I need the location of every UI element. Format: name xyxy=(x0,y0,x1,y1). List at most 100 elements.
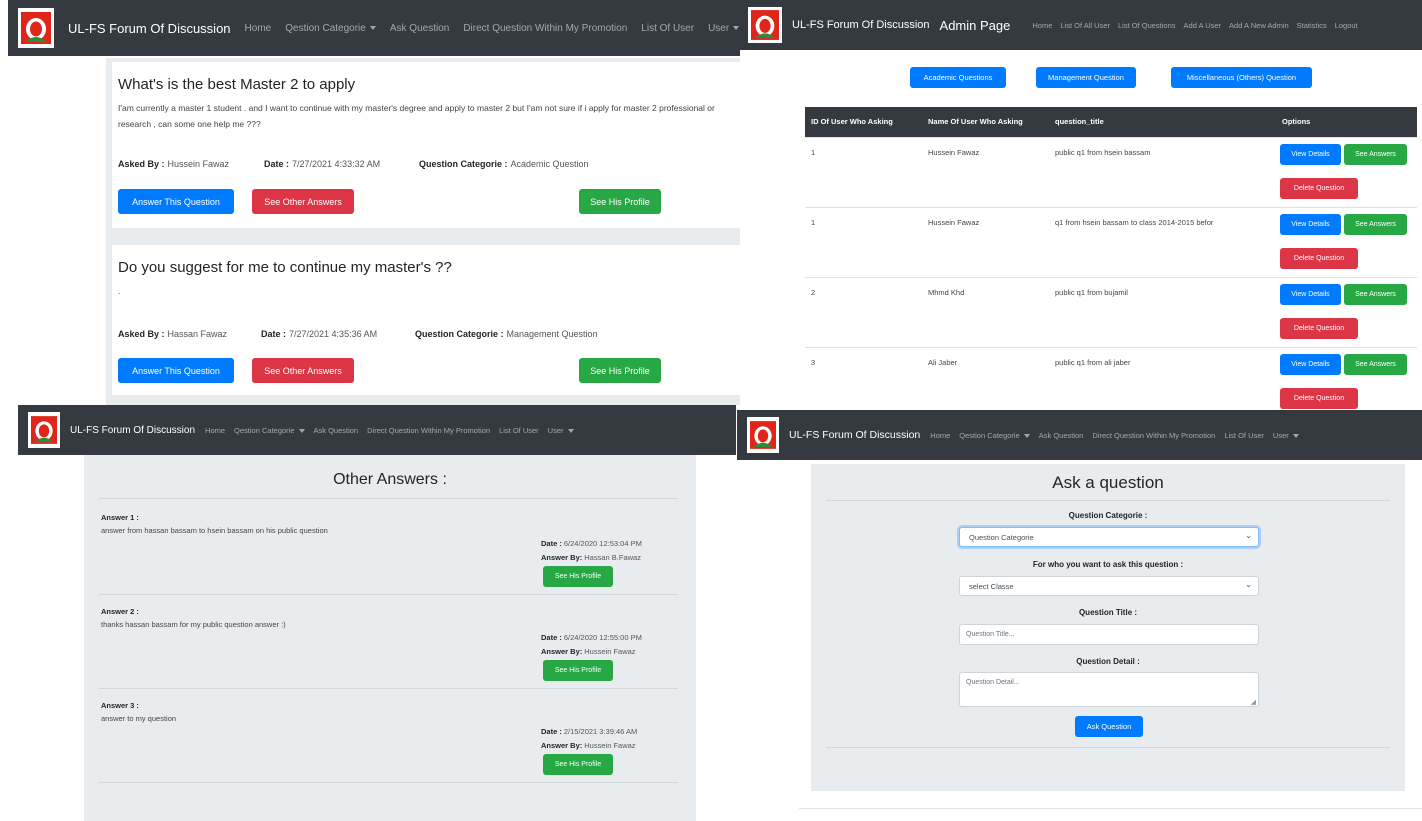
resize-handle-icon[interactable]: ◢ xyxy=(1251,698,1256,706)
nav-links: Home Qestion Categorie Ask Question Direct … xyxy=(205,426,574,435)
nav-label: User xyxy=(708,22,730,34)
admin-nav-home[interactable]: Home xyxy=(1032,21,1052,30)
nav-label: Ask Question xyxy=(389,22,450,34)
view-details-button[interactable]: View Details xyxy=(1280,354,1341,375)
nav-qestion-categorie[interactable]: Qestion Categorie xyxy=(959,431,1030,440)
question-title[interactable]: What's is the best Master 2 to apply xyxy=(118,76,355,93)
nav-direct-question-within-my-promotion[interactable]: Direct Question Within My Promotion xyxy=(463,23,627,34)
caret-down-icon xyxy=(733,25,740,30)
caret-down-icon xyxy=(1292,433,1299,438)
asked-by-value: Hassan Fawaz xyxy=(167,329,228,339)
see-answers-button[interactable]: See Answers xyxy=(1344,214,1407,235)
nav-home[interactable]: Home xyxy=(205,426,225,435)
brand-name[interactable]: UL-FS Forum Of Discussion xyxy=(70,425,195,436)
admin-nav-add-a-new-admin[interactable]: Add A New Admin xyxy=(1229,21,1289,30)
admin-nav-add-a-user[interactable]: Add A User xyxy=(1184,21,1222,30)
nav-qestion-categorie[interactable]: Qestion Categorie xyxy=(234,426,305,435)
nav-qestion-categorie[interactable]: Qestion Categorie xyxy=(285,23,376,34)
see-other-answers-button[interactable]: See Other Answers xyxy=(252,358,354,383)
cell-user-name: Mhmd Khd xyxy=(928,288,965,297)
answer-by-label: Answer By: xyxy=(541,647,583,656)
answer-item: Answer 1 : answer from hassan bassam to h… xyxy=(84,507,696,601)
cell-question-title: q1 from hsein bassam to class 2014-2015 … xyxy=(1055,218,1214,227)
cell-question-title: public q1 from bujamil xyxy=(1055,288,1128,297)
nav-label: List Of User xyxy=(641,22,695,34)
nav-ask-question[interactable]: Ask Question xyxy=(390,23,449,34)
admin-nav-logout[interactable]: Logout xyxy=(1335,21,1358,30)
ul-logo[interactable] xyxy=(18,8,54,48)
filter-miscellaneous-others-question-button[interactable]: Miscellaneous (Others) Question xyxy=(1171,67,1312,88)
logo-icon xyxy=(31,416,57,444)
delete-question-button[interactable]: Delete Question xyxy=(1280,178,1358,199)
see-profile-button[interactable]: See His Profile xyxy=(543,566,613,587)
see-profile-button[interactable]: See His Profile xyxy=(579,358,661,383)
view-details-button[interactable]: View Details xyxy=(1280,214,1341,235)
nav-list-of-user[interactable]: List Of User xyxy=(641,23,694,34)
class-select[interactable]: select Classe ⌄ xyxy=(959,576,1259,596)
admin-nav-statistics[interactable]: Statistics xyxy=(1297,21,1327,30)
see-answers-button[interactable]: See Answers xyxy=(1344,284,1407,305)
asked-by: Asked By : Hussein Fawaz xyxy=(118,159,229,169)
question-title[interactable]: Do you suggest for me to continue my mas… xyxy=(118,259,452,276)
page-title: Ask a question xyxy=(1052,473,1164,492)
view-details-button[interactable]: View Details xyxy=(1280,284,1341,305)
nav-direct-question-within-my-promotion[interactable]: Direct Question Within My Promotion xyxy=(1092,431,1215,440)
see-profile-button[interactable]: See His Profile xyxy=(543,660,613,681)
nav-user[interactable]: User xyxy=(548,426,574,435)
ul-logo[interactable] xyxy=(747,417,779,453)
category-select[interactable]: Question Categorie ⌄ xyxy=(959,527,1259,547)
nav-label: Direct Question Within My Promotion xyxy=(463,22,628,34)
ul-logo[interactable] xyxy=(748,7,782,43)
answer-date-value: 6/24/2020 12:55:00 PM xyxy=(563,633,642,642)
nav-label: Home xyxy=(244,22,272,34)
nav-user[interactable]: User xyxy=(1273,431,1299,440)
ul-logo[interactable] xyxy=(28,412,60,448)
logo-icon xyxy=(21,12,51,44)
nav-user[interactable]: User xyxy=(708,22,740,34)
brand-name[interactable]: UL-FS Forum Of Discussion xyxy=(792,19,930,31)
table-row: 3 Ali Jaber public q1 from ali jaber View D… xyxy=(805,347,1417,410)
nav-ask-question[interactable]: Ask Question xyxy=(314,426,359,435)
nav-home[interactable]: Home xyxy=(245,23,272,34)
answer-text: thanks hassan bassam for my public quest… xyxy=(101,620,286,629)
answer-author: Answer By: Hussein Fawaz xyxy=(541,647,636,656)
nav-ask-question[interactable]: Ask Question xyxy=(1039,431,1084,440)
question-title-placeholder: Question Title... xyxy=(966,631,1015,638)
answer-question-button[interactable]: Answer This Question xyxy=(118,358,234,383)
delete-question-button[interactable]: Delete Question xyxy=(1280,388,1358,409)
see-other-answers-button[interactable]: See Other Answers xyxy=(252,189,354,214)
date-label: Date : xyxy=(264,159,290,169)
delete-question-button[interactable]: Delete Question xyxy=(1280,318,1358,339)
delete-question-button[interactable]: Delete Question xyxy=(1280,248,1358,269)
nav-list-of-user[interactable]: List Of User xyxy=(499,426,539,435)
caret-down-icon xyxy=(298,428,305,433)
view-details-button[interactable]: View Details xyxy=(1280,144,1341,165)
cell-user-id: 1 xyxy=(811,218,816,227)
question-body: I'am currently a master 1 student . and … xyxy=(118,103,715,129)
nav-direct-question-within-my-promotion[interactable]: Direct Question Within My Promotion xyxy=(367,426,490,435)
admin-nav-list-of-questions[interactable]: List Of Questions xyxy=(1118,21,1176,30)
page-title: Other Answers : xyxy=(333,471,447,488)
see-answers-button[interactable]: See Answers xyxy=(1344,354,1407,375)
divider xyxy=(99,782,678,783)
question-title-input[interactable]: Question Title... xyxy=(959,624,1259,645)
answer-date: Date :2/15/2021 3:39:46 AM xyxy=(541,727,637,736)
asked-by-label: Asked By : xyxy=(118,329,165,339)
table-row: 2 Mhmd Khd public q1 from bujamil View Deta… xyxy=(805,277,1417,347)
caret-down-icon xyxy=(567,428,574,433)
see-answers-button[interactable]: See Answers xyxy=(1344,144,1407,165)
question-detail-textarea[interactable]: Question Detail... ◢ xyxy=(959,672,1259,707)
brand-name[interactable]: UL-FS Forum Of Discussion xyxy=(68,21,231,36)
filter-management-question-button[interactable]: Management Question xyxy=(1036,67,1136,88)
see-profile-button[interactable]: See His Profile xyxy=(579,189,661,214)
answer-by-label: Answer By: xyxy=(541,741,583,750)
nav-home[interactable]: Home xyxy=(930,431,950,440)
date-label: Date : xyxy=(261,329,287,339)
brand-name[interactable]: UL-FS Forum Of Discussion xyxy=(789,429,920,441)
filter-academic-questions-button[interactable]: Academic Questions xyxy=(910,67,1006,88)
nav-list-of-user[interactable]: List Of User xyxy=(1224,431,1264,440)
admin-nav-list-of-all-user[interactable]: List Of All User xyxy=(1060,21,1110,30)
answer-question-button[interactable]: Answer This Question xyxy=(118,189,234,214)
ask-question-button[interactable]: Ask Question xyxy=(1075,716,1143,737)
see-profile-button[interactable]: See His Profile xyxy=(543,754,613,775)
